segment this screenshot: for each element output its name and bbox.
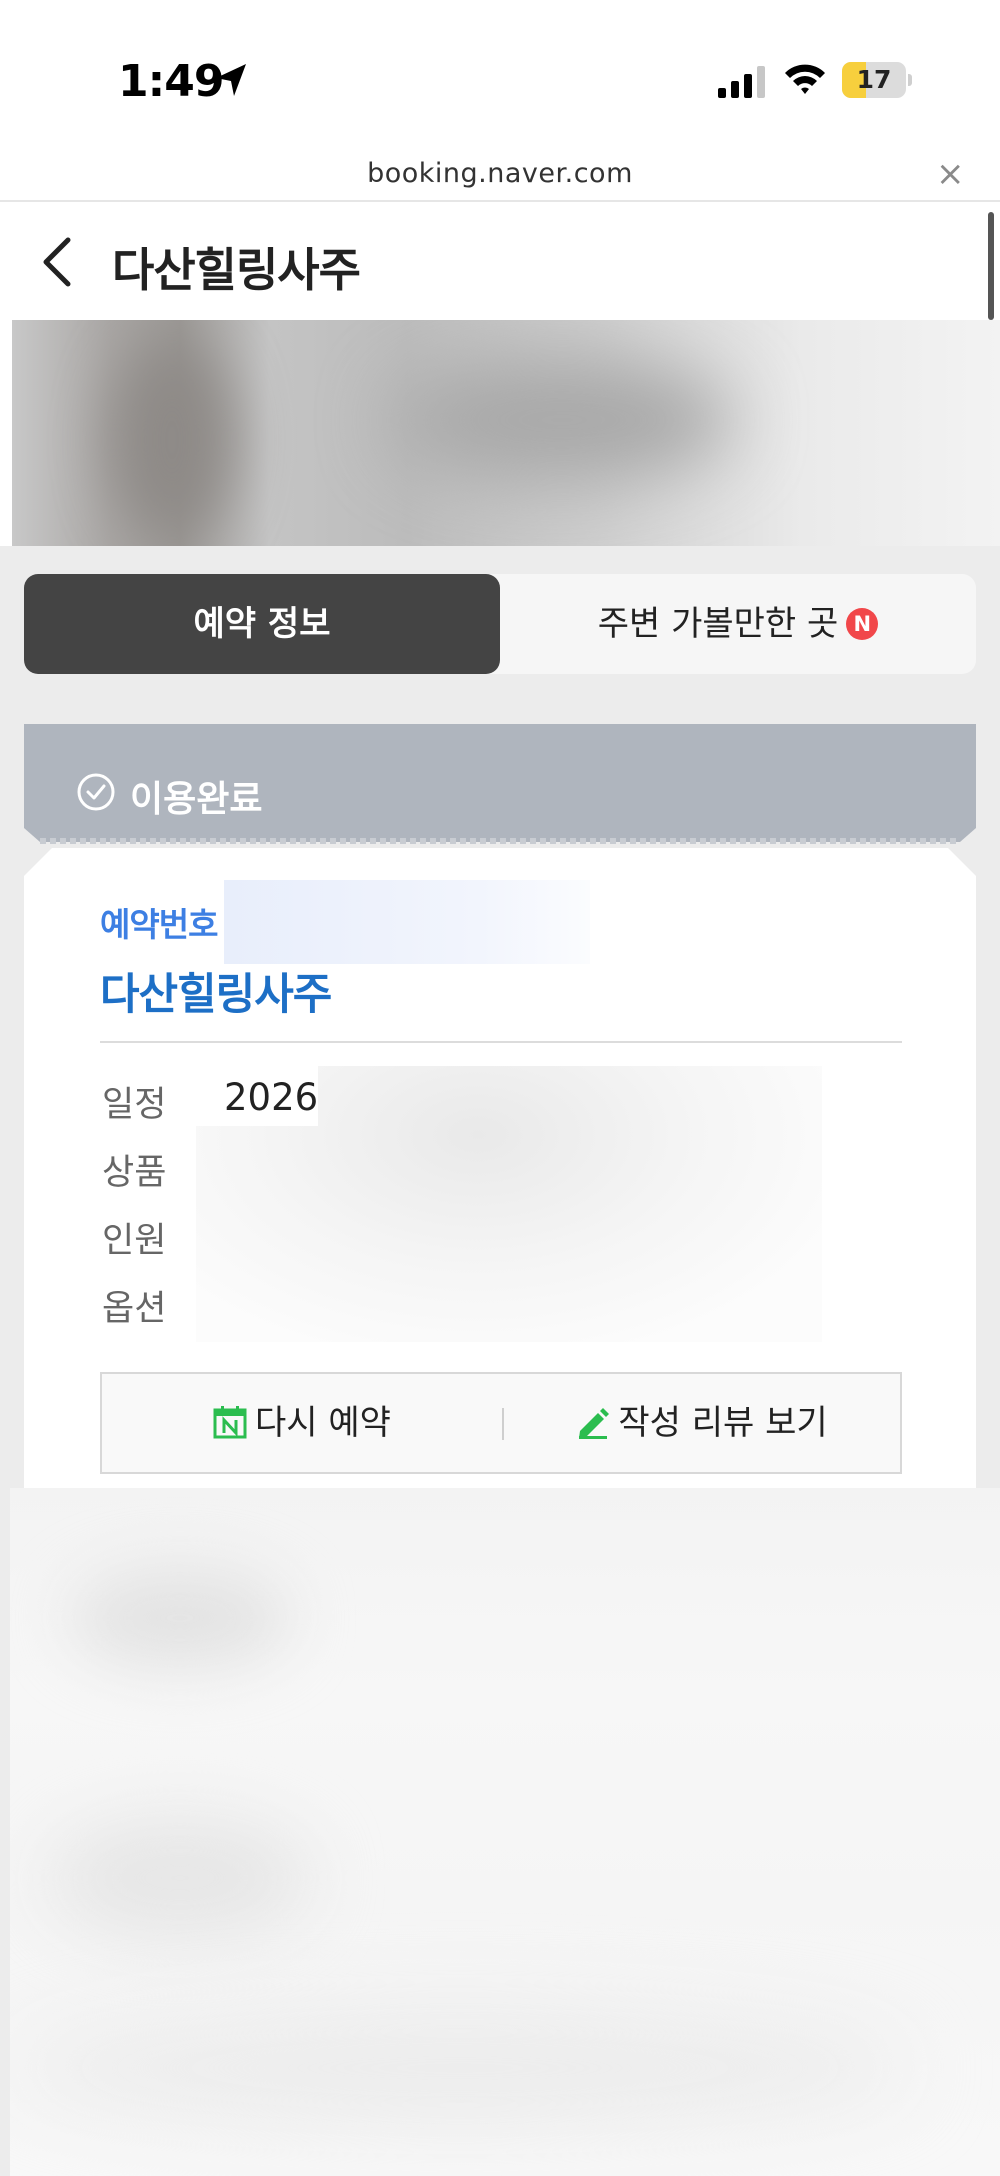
url-text[interactable]: booking.naver.com [0, 158, 1000, 189]
tab-label: 예약 정보 [193, 604, 331, 644]
reservation-number-label: 예약번호 [100, 905, 218, 944]
store-name[interactable]: 다산힐링사주 [100, 960, 332, 1022]
battery-indicator: 17 [842, 62, 912, 98]
product-label: 상품 [102, 1153, 167, 1193]
schedule-value: 2026 [224, 1076, 319, 1119]
rebook-button[interactable]: 다시 예약 [102, 1374, 502, 1472]
wifi-icon [785, 64, 825, 94]
page-title: 다산힐링사주 [112, 243, 361, 297]
booking-actions: 다시 예약 작성 리뷰 보기 [100, 1372, 902, 1474]
tab-nearby-places[interactable]: 주변 가볼만한 곳N [500, 574, 976, 674]
option-label: 옵션 [102, 1289, 167, 1329]
tab-bar: 예약 정보 주변 가볼만한 곳N [24, 574, 976, 674]
check-circle-icon [77, 773, 115, 811]
redacted-content [10, 1488, 1000, 2176]
status-bar: 1:49 17 [0, 0, 1000, 160]
scrollbar[interactable] [988, 212, 994, 320]
status-time: 1:49 [118, 56, 224, 107]
pencil-icon [579, 1408, 610, 1439]
view-review-button[interactable]: 작성 리뷰 보기 [502, 1374, 902, 1472]
battery-level: 17 [856, 65, 892, 94]
store-photo-banner [12, 320, 1000, 546]
divider [100, 1041, 902, 1043]
schedule-label: 일정 [102, 1085, 167, 1125]
booking-status-header: 이용완료 [24, 724, 976, 842]
browser-url-bar: booking.naver.com × [0, 150, 1000, 202]
calendar-icon [213, 1406, 247, 1439]
review-label: 작성 리뷰 보기 [618, 1403, 828, 1443]
status-badge: 이용완료 [130, 779, 263, 820]
reservation-number-redacted [224, 880, 590, 964]
page-header: 다산힐링사주 [0, 204, 1000, 320]
back-arrow-icon[interactable] [38, 234, 78, 290]
rebook-label: 다시 예약 [255, 1403, 391, 1443]
tab-reservation-info[interactable]: 예약 정보 [24, 574, 500, 674]
new-badge: N [846, 608, 879, 640]
people-label: 인원 [102, 1221, 167, 1261]
tab-label: 주변 가볼만한 곳 [597, 604, 839, 644]
ticket-perforation [40, 838, 960, 844]
location-arrow-icon [216, 64, 246, 96]
close-icon[interactable]: × [936, 154, 965, 194]
cellular-signal-icon [718, 66, 765, 98]
